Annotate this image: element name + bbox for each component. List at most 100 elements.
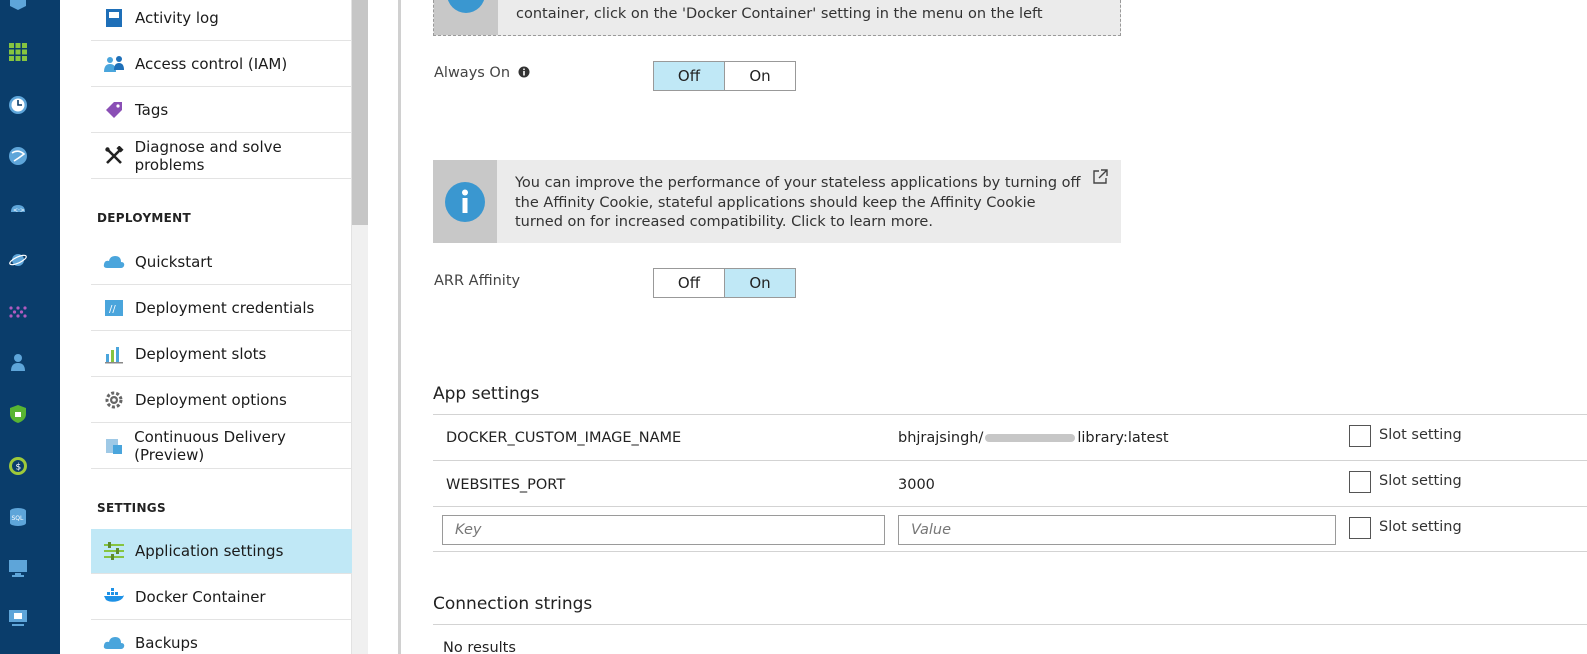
security-shield-icon[interactable]	[8, 404, 28, 424]
always-on-on-option[interactable]: On	[724, 62, 795, 90]
arr-affinity-toggle[interactable]: Off On	[653, 268, 796, 298]
menu-item-backups[interactable]: Backups	[91, 621, 352, 654]
network-icon[interactable]: <·>	[8, 199, 28, 219]
menu-item-label: Continuous Delivery (Preview)	[134, 428, 286, 464]
section-header-settings: SETTINGS	[97, 501, 166, 515]
dashboard-grid-icon[interactable]	[8, 42, 28, 62]
menu-item-deployment-credentials[interactable]: // Deployment credentials	[91, 286, 352, 331]
menu-item-deployment-options[interactable]: Deployment options	[91, 378, 352, 423]
divider	[433, 624, 1587, 625]
menu-item-activity-log[interactable]: Activity log	[91, 0, 352, 41]
app-settings-icon	[103, 540, 125, 562]
divider	[433, 506, 1587, 507]
info-icon-panel	[433, 160, 497, 243]
menu-item-deployment-slots[interactable]: Deployment slots	[91, 332, 352, 377]
clock-icon[interactable]	[8, 95, 28, 115]
menu-item-quickstart[interactable]: Quickstart	[91, 240, 352, 285]
cloud-icon	[103, 251, 125, 273]
cube-icon[interactable]	[8, 0, 28, 12]
slot-setting-checkbox[interactable]	[1349, 517, 1371, 539]
vm-classic-icon[interactable]	[8, 608, 28, 628]
icon-rail: <·> $ SQL	[0, 0, 60, 654]
setting-value-visible-start: bhjrajsingh/	[898, 430, 984, 446]
docker-info-notice[interactable]: container, click on the 'Docker Containe…	[433, 0, 1121, 36]
notice-text: container, click on the 'Docker Containe…	[516, 6, 1043, 22]
menu-item-label: Deployment credentials	[135, 299, 315, 317]
setting-value-visible-end: library:latest	[1077, 430, 1169, 446]
new-setting-value-input[interactable]	[898, 515, 1336, 545]
menu-item-docker-container[interactable]: Docker Container	[91, 575, 352, 620]
always-on-label: Always On	[434, 65, 530, 81]
menu-item-diagnose[interactable]: Diagnose and solve problems	[91, 134, 352, 179]
slot-setting-checkbox[interactable]	[1349, 425, 1371, 447]
divider	[433, 414, 1587, 415]
external-link-icon[interactable]	[1091, 168, 1109, 186]
tag-icon	[103, 99, 125, 121]
menu-item-label: Deployment options	[135, 391, 287, 409]
setting-value[interactable]: 3000	[898, 477, 935, 493]
menu-item-label: Tags	[135, 101, 169, 119]
sql-icon[interactable]: SQL	[8, 507, 28, 527]
info-tooltip-icon[interactable]	[518, 66, 530, 78]
svg-text:SQL: SQL	[12, 515, 25, 522]
divider	[433, 460, 1587, 461]
menu-item-label: Docker Container	[135, 588, 266, 606]
iam-icon	[103, 53, 125, 75]
blade-divider	[398, 0, 401, 654]
arr-affinity-label: ARR Affinity	[434, 273, 521, 289]
slot-setting-checkbox[interactable]	[1349, 471, 1371, 493]
info-icon	[445, 181, 485, 222]
user-icon[interactable]	[8, 352, 28, 372]
cosmos-icon[interactable]	[8, 250, 28, 270]
menu-item-continuous-delivery[interactable]: Continuous Delivery (Preview)	[91, 424, 352, 469]
affinity-info-notice[interactable]: You can improve the performance of your …	[433, 160, 1121, 243]
menu-item-application-settings[interactable]: Application settings	[91, 529, 352, 574]
setting-key[interactable]: WEBSITES_PORT	[446, 477, 565, 493]
menu-item-access-control[interactable]: Access control (IAM)	[91, 42, 352, 87]
menu-item-label: Backups	[135, 634, 198, 652]
menu-item-label: Activity log	[135, 9, 219, 27]
docker-icon	[103, 586, 125, 608]
info-icon	[447, 0, 485, 13]
connection-strings-empty-text: No results	[443, 640, 516, 654]
always-on-toggle[interactable]: Off On	[653, 61, 796, 91]
arr-affinity-on-option[interactable]: On	[724, 269, 795, 297]
globe-icon[interactable]	[8, 146, 28, 166]
delivery-icon	[103, 435, 124, 457]
activity-log-icon	[103, 7, 125, 29]
slot-setting-label: Slot setting	[1379, 473, 1462, 489]
setting-value[interactable]: bhjrajsingh/library:latest	[898, 430, 1169, 446]
slot-setting-label: Slot setting	[1379, 519, 1462, 535]
gear-icon	[103, 389, 125, 411]
wrench-icon	[103, 145, 125, 167]
svg-text:<·>: <·>	[13, 207, 25, 214]
menu-item-label: Diagnose and solve problems	[134, 138, 282, 174]
menu-item-label: Quickstart	[135, 253, 213, 271]
svg-text:$: $	[16, 463, 22, 473]
backup-icon	[103, 632, 125, 654]
menu-item-label: Application settings	[135, 542, 284, 560]
new-setting-key-input[interactable]	[442, 515, 885, 545]
billing-icon[interactable]: $	[8, 456, 28, 476]
section-header-deployment: DEPLOYMENT	[97, 211, 192, 225]
slots-icon	[103, 343, 125, 365]
menu-item-label: Access control (IAM)	[135, 55, 288, 73]
menu-scrollbar-thumb[interactable]	[352, 0, 368, 225]
setting-key[interactable]: DOCKER_CUSTOM_IMAGE_NAME	[446, 430, 681, 446]
connection-strings-heading: Connection strings	[433, 594, 593, 614]
slot-setting-label: Slot setting	[1379, 427, 1462, 443]
arr-affinity-off-option[interactable]: Off	[654, 269, 724, 297]
app-settings-heading: App settings	[433, 384, 540, 404]
virtual-machine-icon[interactable]	[8, 558, 28, 578]
divider	[433, 551, 1587, 552]
redacted-blur	[985, 434, 1076, 442]
always-on-off-option[interactable]: Off	[654, 62, 724, 90]
always-on-label-text: Always On	[434, 65, 511, 81]
menu-item-label: Deployment slots	[135, 345, 267, 363]
menu-item-tags[interactable]: Tags	[91, 88, 352, 133]
dots-icon[interactable]	[8, 302, 28, 322]
svg-text://: //	[109, 304, 116, 315]
credentials-icon: //	[103, 297, 125, 319]
info-icon-panel	[434, 0, 498, 35]
notice-text: You can improve the performance of your …	[515, 175, 1081, 230]
